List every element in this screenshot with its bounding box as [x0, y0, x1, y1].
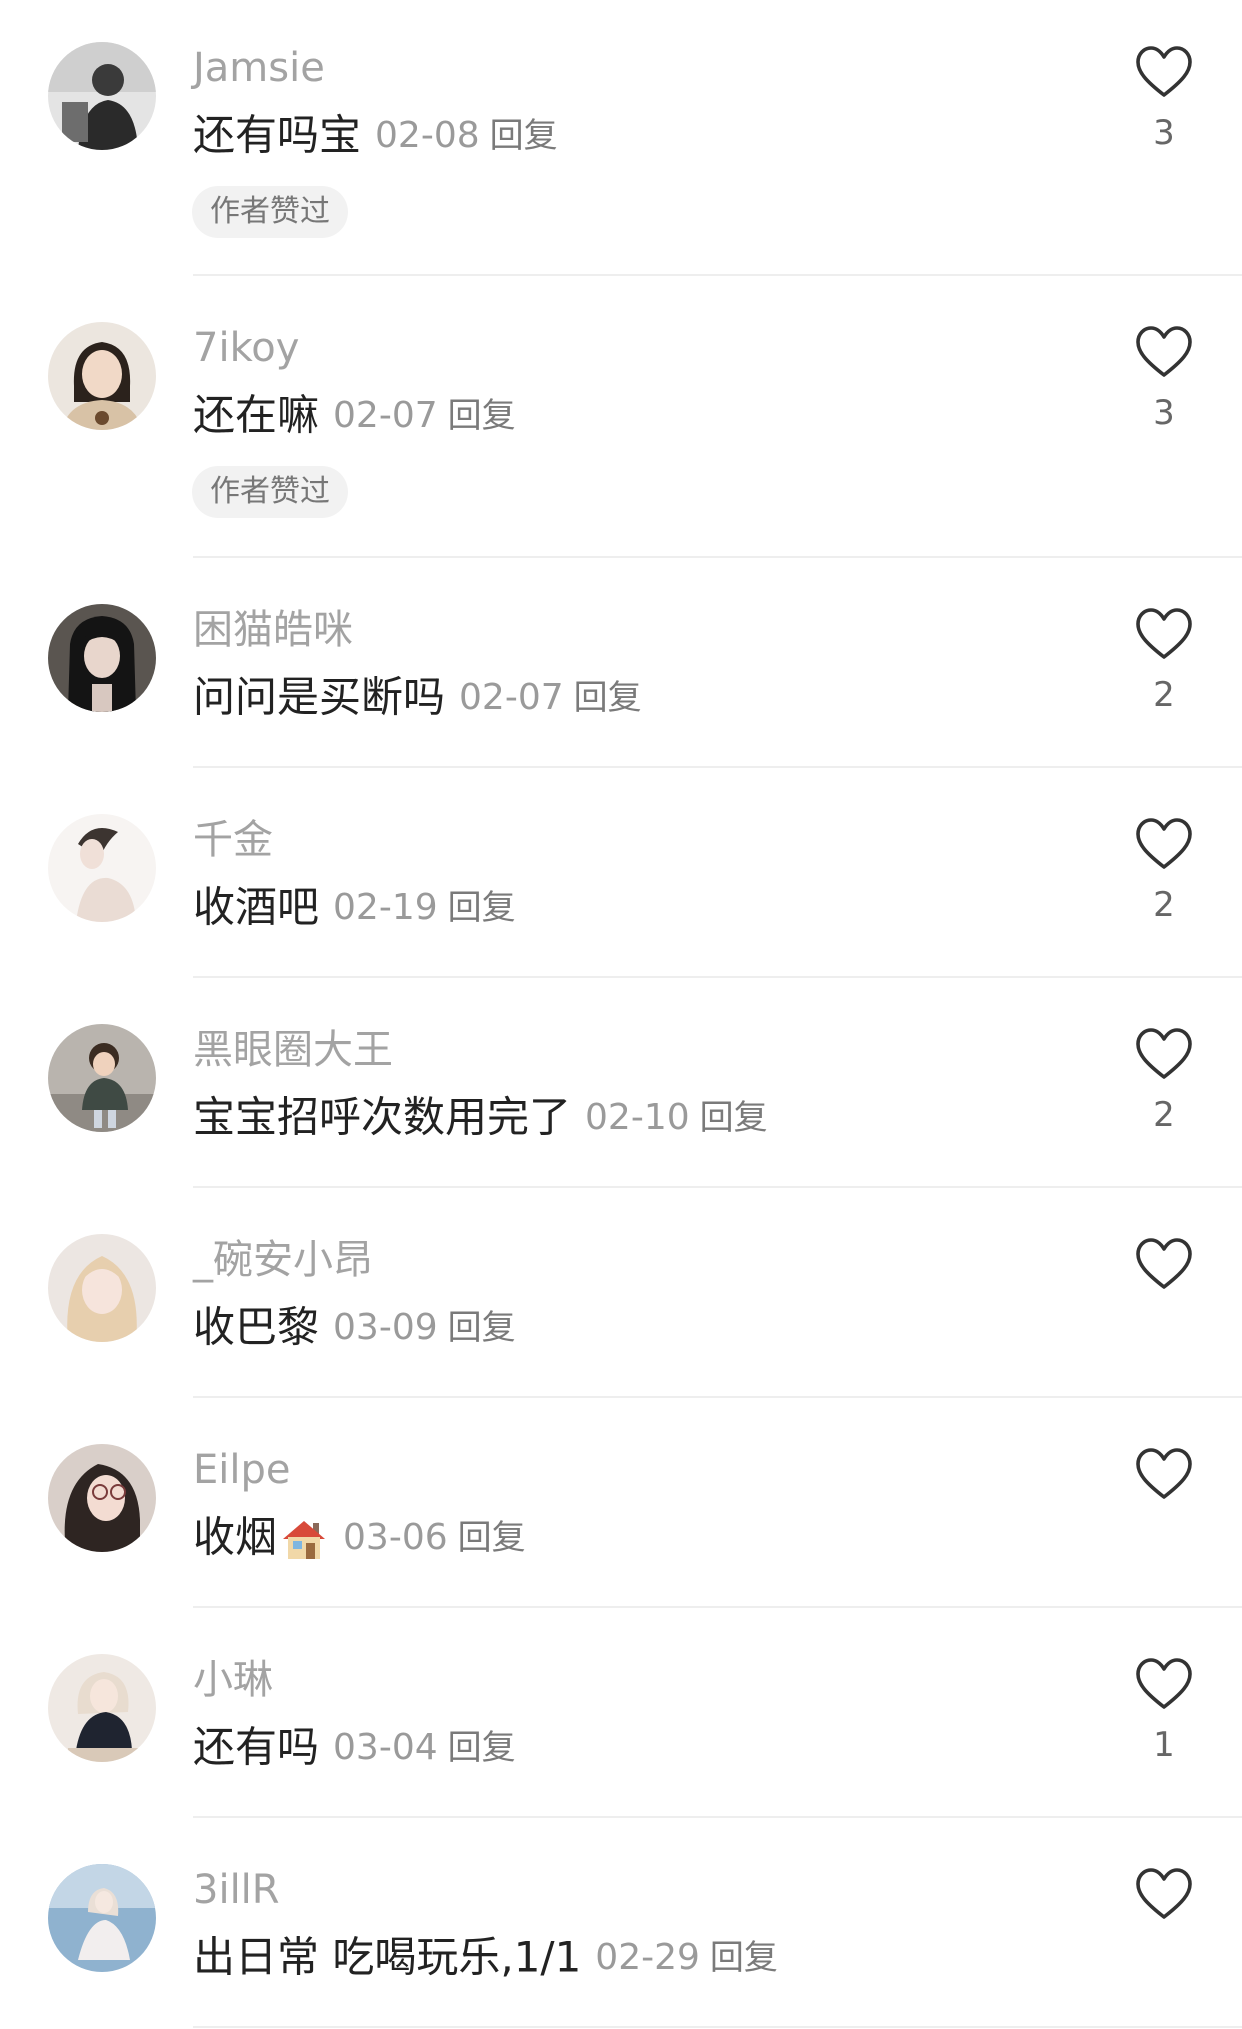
- comment-item: 困猫皓咪 问问是买断吗 02-07 回复 2: [0, 562, 1242, 772]
- comment-username[interactable]: 小琳: [193, 1654, 273, 1706]
- comment-content-line: 出日常 吃喝玩乐,1/1 02-29 回复: [193, 1929, 778, 1985]
- heart-outline-icon: [1136, 1868, 1192, 1919]
- heart-outline-icon: [1136, 46, 1192, 97]
- comment-date: 03-06: [343, 1516, 448, 1558]
- comment-text: 还有吗: [193, 1722, 320, 1772]
- reply-button[interactable]: 回复: [574, 678, 642, 718]
- avatar[interactable]: [48, 322, 156, 430]
- reply-button[interactable]: 回复: [448, 1728, 516, 1768]
- divider: [193, 1396, 1242, 1398]
- comment-date: 02-07: [459, 676, 564, 718]
- comment-username[interactable]: Jamsie: [193, 42, 325, 94]
- avatar[interactable]: [48, 1654, 156, 1762]
- comment-content-line: 宝宝招呼次数用完了 02-10 回复: [193, 1089, 768, 1145]
- comment-text: 收烟: [193, 1512, 278, 1562]
- comment-item: Eilpe 收烟 03-06 回复: [0, 1402, 1242, 1612]
- reply-button[interactable]: 回复: [710, 1938, 778, 1978]
- comment-date: 02-07: [333, 394, 438, 436]
- comment-content-line: 还有吗宝 02-08 回复: [193, 107, 558, 163]
- heart-outline-icon: [1136, 608, 1192, 659]
- like-button[interactable]: [1134, 1236, 1194, 1292]
- avatar[interactable]: [48, 1444, 156, 1552]
- author-liked-badge: 作者赞过: [192, 466, 348, 518]
- comment-username[interactable]: 千金: [193, 814, 273, 866]
- comment-content-line: 还有吗 03-04 回复: [193, 1719, 516, 1775]
- divider: [193, 556, 1242, 558]
- comment-date: 03-09: [333, 1306, 438, 1348]
- comment-username[interactable]: 黑眼圈大王: [193, 1024, 393, 1076]
- comment-content-line: 收酒吧 02-19 回复: [193, 879, 516, 935]
- comment-date: 02-08: [375, 114, 480, 156]
- avatar[interactable]: [48, 1864, 156, 1972]
- like-count: 3: [1153, 393, 1175, 433]
- comment-text: 出日常 吃喝玩乐,1/1: [193, 1932, 582, 1982]
- like-count: 2: [1153, 675, 1175, 715]
- avatar[interactable]: [48, 814, 156, 922]
- avatar[interactable]: [48, 604, 156, 712]
- comment-item: 小琳 还有吗 03-04 回复 1: [0, 1612, 1242, 1822]
- reply-button[interactable]: 回复: [458, 1518, 526, 1558]
- comment-item: 7ikoy 还在嘛 02-07 回复 作者赞过 3: [0, 280, 1242, 558]
- divider: [193, 976, 1242, 978]
- like-button[interactable]: [1134, 1656, 1194, 1712]
- like-count: 1: [1153, 1725, 1175, 1765]
- like-button[interactable]: [1134, 44, 1194, 100]
- comment-item: _碗安小昂 收巴黎 03-09 回复: [0, 1192, 1242, 1402]
- comment-username[interactable]: 7ikoy: [193, 322, 299, 374]
- divider: [193, 1186, 1242, 1188]
- like-button[interactable]: [1134, 1866, 1194, 1922]
- like-count: 3: [1153, 113, 1175, 153]
- like-button[interactable]: [1134, 1026, 1194, 1082]
- heart-outline-icon: [1136, 1028, 1192, 1079]
- like-button[interactable]: [1134, 1446, 1194, 1502]
- comment-item: 千金 收酒吧 02-19 回复 2: [0, 772, 1242, 982]
- comment-text: 问问是买断吗: [193, 672, 446, 722]
- comment-text: 还有吗宝: [193, 110, 362, 160]
- comment-text: 还在嘛: [193, 390, 320, 440]
- avatar[interactable]: [48, 1024, 156, 1132]
- comment-date: 02-19: [333, 886, 438, 928]
- comment-content-line: 问问是买断吗 02-07 回复: [193, 669, 642, 725]
- divider: [193, 1816, 1242, 1818]
- comment-date: 02-29: [595, 1936, 700, 1978]
- heart-outline-icon: [1136, 818, 1192, 869]
- divider: [193, 766, 1242, 768]
- heart-outline-icon: [1136, 1658, 1192, 1709]
- avatar[interactable]: [48, 42, 156, 150]
- heart-outline-icon: [1136, 1448, 1192, 1499]
- comment-text: 宝宝招呼次数用完了: [193, 1092, 572, 1142]
- comment-date: 03-04: [333, 1726, 438, 1768]
- like-button[interactable]: [1134, 606, 1194, 662]
- heart-outline-icon: [1136, 1238, 1192, 1289]
- reply-button[interactable]: 回复: [700, 1098, 768, 1138]
- comment-content-line: 还在嘛 02-07 回复: [193, 387, 516, 443]
- author-liked-badge: 作者赞过: [192, 186, 348, 238]
- comment-item: 3illR 出日常 吃喝玩乐,1/1 02-29 回复: [0, 1822, 1242, 2029]
- reply-button[interactable]: 回复: [448, 396, 516, 436]
- like-button[interactable]: [1134, 816, 1194, 872]
- like-button[interactable]: [1134, 324, 1194, 380]
- avatar[interactable]: [48, 1234, 156, 1342]
- house-emoji-icon: [279, 1513, 329, 1563]
- like-count: 2: [1153, 885, 1175, 925]
- reply-button[interactable]: 回复: [490, 116, 558, 156]
- comment-username[interactable]: 困猫皓咪: [193, 604, 353, 656]
- comment-username[interactable]: 3illR: [193, 1864, 280, 1916]
- comment-username[interactable]: Eilpe: [193, 1444, 291, 1496]
- comment-item: Jamsie 还有吗宝 02-08 回复 作者赞过 3: [0, 0, 1242, 276]
- comment-item: 黑眼圈大王 宝宝招呼次数用完了 02-10 回复 2: [0, 982, 1242, 1192]
- divider: [193, 1606, 1242, 1608]
- reply-button[interactable]: 回复: [448, 888, 516, 928]
- like-count: 2: [1153, 1095, 1175, 1135]
- reply-button[interactable]: 回复: [448, 1308, 516, 1348]
- heart-outline-icon: [1136, 326, 1192, 377]
- comment-date: 02-10: [585, 1096, 690, 1138]
- comment-username[interactable]: _碗安小昂: [193, 1234, 373, 1286]
- divider: [193, 274, 1242, 276]
- comment-content-line: 收烟 03-06 回复: [193, 1509, 526, 1565]
- comment-content-line: 收巴黎 03-09 回复: [193, 1299, 516, 1355]
- comment-text: 收酒吧: [193, 882, 320, 932]
- divider: [193, 2026, 1242, 2028]
- comment-text: 收巴黎: [193, 1302, 320, 1352]
